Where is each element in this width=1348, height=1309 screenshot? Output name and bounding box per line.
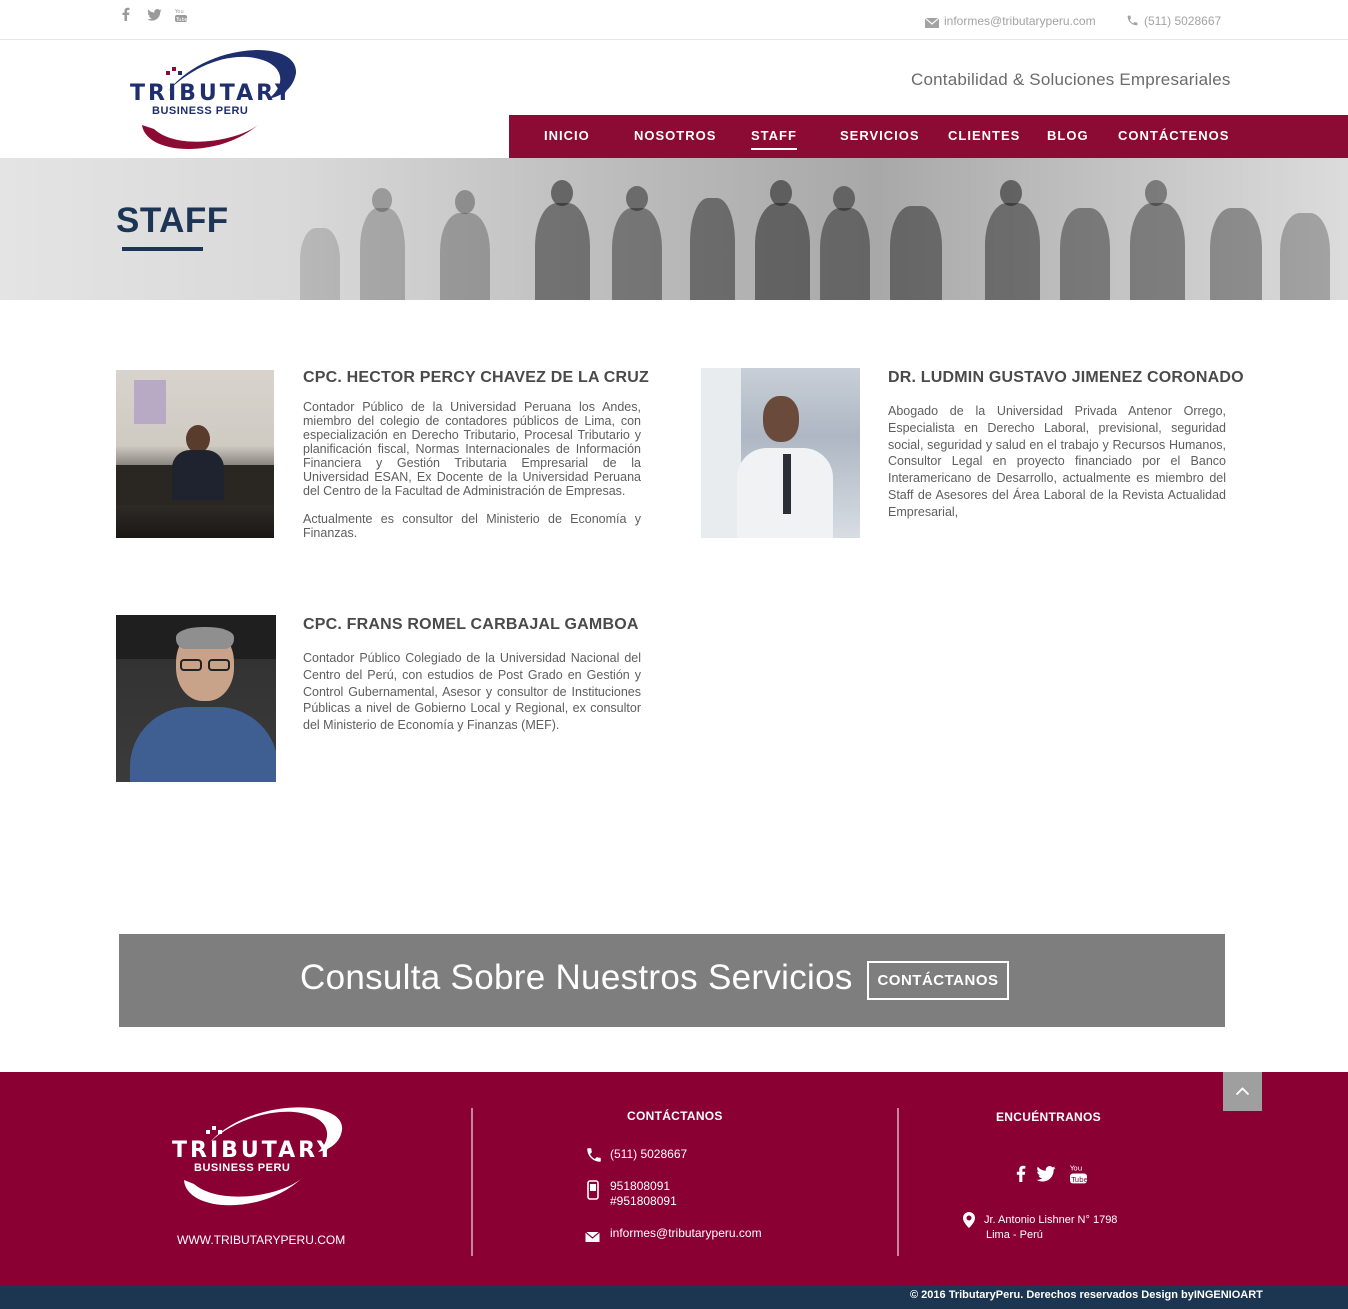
footer: TRIBUTARY BUSINESS PERU WWW.TRIBUTARYPER… (0, 1072, 1348, 1285)
main-nav: INICIO NOSOTROS STAFF SERVICIOS CLIENTES… (509, 115, 1348, 158)
footer-website[interactable]: WWW.TRIBUTARYPERU.COM (177, 1233, 345, 1248)
footer-mobile-2: #951808091 (610, 1194, 677, 1208)
back-to-top-button[interactable] (1223, 1072, 1262, 1111)
footer-logo-subtext: BUSINESS PERU (194, 1162, 291, 1174)
nav-clientes[interactable]: CLIENTES (948, 128, 1020, 143)
staff-bio-hector-2: Actualmente es consultor del Ministerio … (303, 512, 641, 540)
nav-contactenos[interactable]: CONTÁCTENOS (1118, 128, 1229, 143)
nav-servicios[interactable]: SERVICIOS (840, 128, 920, 143)
footer-logo-text: TRIBUTARY (172, 1138, 336, 1163)
twitter-icon[interactable] (147, 9, 162, 25)
footer-address-line2: Lima - Perú (986, 1229, 1043, 1241)
staff-photo-frans (116, 615, 276, 782)
footer-email[interactable]: informes@tributaryperu.com (610, 1226, 762, 1241)
twitter-icon[interactable] (1036, 1166, 1056, 1187)
svg-text:Tube: Tube (175, 17, 187, 22)
top-email[interactable]: informes@tributaryperu.com (944, 14, 1096, 28)
youtube-icon[interactable]: You Tube (1069, 1163, 1088, 1189)
copyright: © 2016 TributaryPeru. Derechos reservado… (910, 1289, 1263, 1301)
footer-divider (471, 1108, 473, 1256)
svg-text:You: You (1070, 1164, 1082, 1173)
svg-text:Tube: Tube (1070, 1175, 1087, 1184)
footer-mobile-1: 951808091 (610, 1179, 671, 1193)
site-logo[interactable]: TRIBUTARY BUSINESS PERU (128, 43, 303, 155)
facebook-icon[interactable] (121, 7, 130, 25)
footer-logo[interactable]: TRIBUTARY BUSINESS PERU (170, 1102, 350, 1214)
mobile-icon (587, 1180, 599, 1205)
cta-text: Consulta Sobre Nuestros Servicios (300, 958, 853, 997)
nav-blog[interactable]: BLOG (1047, 128, 1089, 143)
mail-icon (585, 1229, 600, 1247)
location-pin-icon (963, 1212, 975, 1233)
footer-contact-heading: CONTÁCTANOS (627, 1109, 723, 1123)
staff-bio-ludmin: Abogado de la Universidad Privada Anteno… (888, 404, 1226, 519)
youtube-icon[interactable]: You Tube (174, 8, 188, 26)
title-underline (122, 247, 203, 251)
footer-address-line1: Jr. Antonio Lishner N° 1798 (984, 1214, 1118, 1226)
staff-bio-hector: Contador Público de la Universidad Perua… (303, 400, 641, 498)
nav-staff[interactable]: STAFF (751, 128, 797, 150)
logo-subtext: BUSINESS PERU (152, 105, 249, 117)
nav-nosotros[interactable]: NOSOTROS (634, 128, 716, 143)
staff-bio-frans: Contador Público Colegiado de la Univers… (303, 651, 641, 733)
bottom-bar: © 2016 TributaryPeru. Derechos reservado… (0, 1285, 1348, 1309)
staff-name-frans: CPC. FRANS ROMEL CARBAJAL GAMBOA (303, 616, 639, 633)
footer-phone: (511) 5028667 (610, 1147, 688, 1161)
hero-banner: STAFF (0, 158, 1348, 300)
facebook-icon[interactable] (1015, 1164, 1026, 1188)
svg-text:You: You (175, 9, 184, 15)
nav-inicio[interactable]: INICIO (544, 128, 590, 143)
page-title: STAFF (116, 201, 229, 240)
cta-contact-button[interactable]: CONTÁCTANOS (867, 961, 1009, 1000)
page: You Tube informes@tributaryperu.com (511)… (0, 0, 1348, 1309)
phone-icon (1126, 14, 1139, 32)
footer-find-heading: ENCUÉNTRANOS (996, 1110, 1101, 1124)
staff-photo-hector (116, 370, 274, 538)
phone-icon (585, 1146, 603, 1169)
staff-name-hector: CPC. HECTOR PERCY CHAVEZ DE LA CRUZ (303, 369, 649, 386)
mail-icon (924, 15, 940, 33)
top-bar: You Tube informes@tributaryperu.com (511)… (0, 0, 1348, 40)
header: TRIBUTARY BUSINESS PERU Contabilidad & S… (0, 41, 1348, 158)
staff-photo-ludmin (701, 368, 860, 538)
chevron-up-icon (1235, 1087, 1250, 1096)
footer-divider (897, 1108, 899, 1256)
tagline: Contabilidad & Soluciones Empresariales (911, 70, 1231, 89)
staff-name-ludmin: DR. LUDMIN GUSTAVO JIMENEZ CORONADO (888, 369, 1244, 386)
cta-banner: Consulta Sobre Nuestros Servicios CONTÁC… (119, 934, 1225, 1027)
top-phone: (511) 5028667 (1144, 14, 1222, 28)
logo-text: TRIBUTARY (130, 81, 294, 106)
